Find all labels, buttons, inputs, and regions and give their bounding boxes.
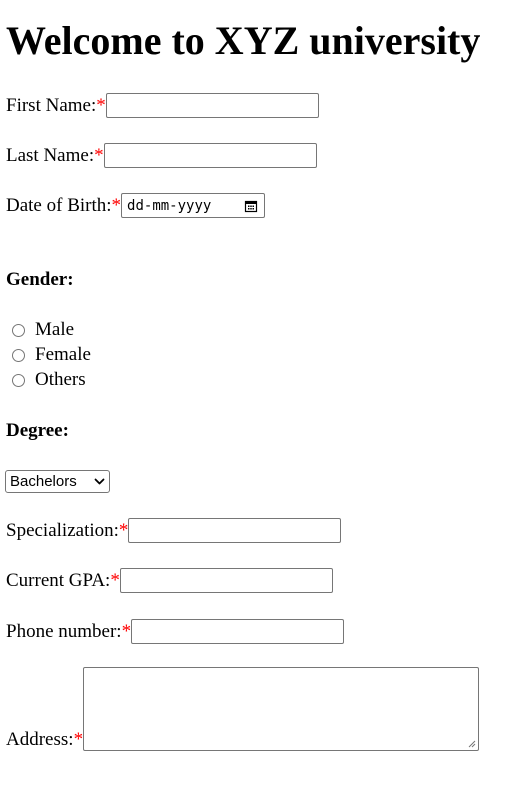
last-name-row: Last Name: *: [6, 143, 317, 168]
required-asterisk: *: [121, 620, 132, 642]
radio-button[interactable]: [12, 373, 25, 387]
phone-input[interactable]: [131, 619, 345, 644]
date-of-birth-label: Date of Birth:: [6, 194, 112, 216]
last-name-label: Last Name:: [6, 144, 95, 166]
radio-button[interactable]: [12, 348, 25, 362]
first-name-input[interactable]: [105, 93, 319, 118]
calendar-icon[interactable]: [244, 199, 258, 213]
specialization-row: Specialization: *: [6, 518, 342, 543]
date-of-birth-row: Date of Birth: * dd-mm-yyyy: [6, 193, 266, 218]
gender-option-label: Female: [35, 344, 91, 365]
address-row: Address: *: [6, 667, 480, 751]
required-asterisk: *: [96, 94, 106, 116]
gender-option-label: Male: [35, 319, 75, 340]
phone-row: Phone number: *: [6, 619, 345, 644]
degree-select[interactable]: Bachelors: [5, 470, 110, 493]
gender-heading: Gender:: [6, 269, 74, 290]
radio-button[interactable]: [12, 323, 25, 337]
required-asterisk: *: [73, 729, 84, 750]
first-name-label: First Name:: [6, 94, 97, 116]
gpa-label: Current GPA:: [6, 569, 111, 591]
specialization-label: Specialization:: [6, 519, 119, 541]
required-asterisk: *: [94, 144, 104, 166]
resize-grip-icon[interactable]: [466, 738, 476, 748]
gender-option-label: Others: [35, 369, 86, 390]
address-textarea[interactable]: [83, 667, 480, 751]
specialization-input[interactable]: [128, 518, 342, 543]
gender-option-female[interactable]: Female: [12, 344, 91, 366]
required-asterisk: *: [111, 194, 122, 216]
required-asterisk: *: [110, 569, 120, 591]
chevron-down-icon: [94, 478, 105, 485]
date-placeholder: dd-mm-yyyy: [127, 197, 212, 214]
required-asterisk: *: [118, 519, 129, 541]
page-title: Welcome to XYZ university: [6, 18, 481, 63]
date-of-birth-input[interactable]: dd-mm-yyyy: [121, 193, 266, 218]
gpa-input[interactable]: [119, 568, 333, 593]
degree-selected-value: Bachelors: [10, 473, 77, 490]
gender-option-male[interactable]: Male: [12, 319, 74, 341]
gpa-row: Current GPA: *: [6, 568, 333, 593]
phone-label: Phone number:: [6, 620, 122, 642]
first-name-row: First Name: *: [6, 93, 319, 118]
degree-heading: Degree:: [6, 420, 69, 441]
gender-option-others[interactable]: Others: [12, 369, 86, 391]
last-name-input[interactable]: [103, 143, 317, 168]
registration-page: Welcome to XYZ university First Name: * …: [0, 0, 523, 798]
address-label: Address:: [6, 729, 74, 750]
